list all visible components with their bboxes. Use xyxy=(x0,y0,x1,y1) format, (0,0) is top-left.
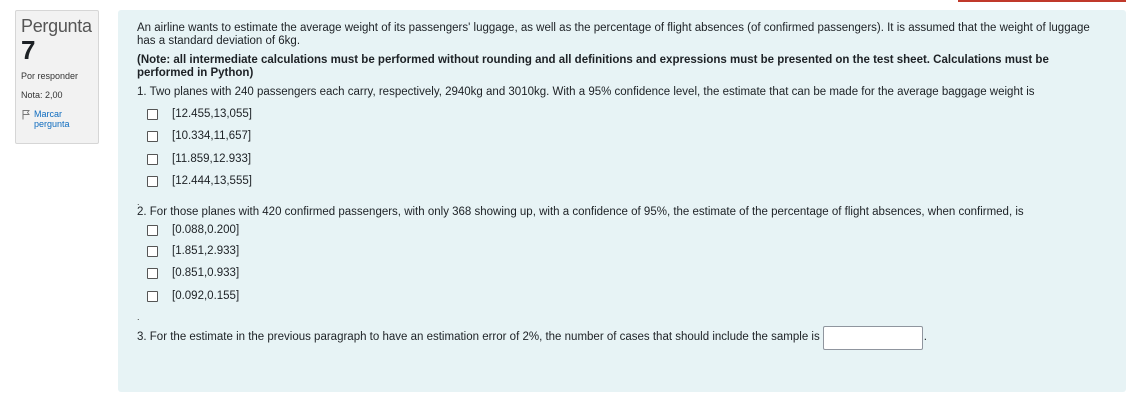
answer-option[interactable]: [0.092,0.155] xyxy=(147,285,1108,308)
question-number: 7 xyxy=(21,35,36,65)
option-checkbox[interactable] xyxy=(147,131,158,143)
question-grade: Nota: 2,00 xyxy=(21,90,63,100)
option-label: [0.092,0.155] xyxy=(172,289,240,302)
flag-question-link[interactable]: Marcar pergunta xyxy=(21,109,93,129)
question-note: (Note: all intermediate calculations mus… xyxy=(137,54,1049,79)
part3-text: 3. For the estimate in the previous para… xyxy=(137,331,820,343)
question-intro: An airline wants to estimate the average… xyxy=(137,22,1090,47)
answer-option[interactable]: [11.859,12.933] xyxy=(147,148,1108,171)
option-label: [1.851,2.933] xyxy=(172,244,240,257)
answer-option[interactable]: [0.088,0.200] xyxy=(147,220,1108,240)
question-label: Pergunta xyxy=(21,16,92,36)
option-checkbox[interactable] xyxy=(147,268,158,280)
option-checkbox[interactable] xyxy=(147,108,158,120)
answer-option[interactable]: [1.851,2.933] xyxy=(147,240,1108,263)
option-label: [11.859,12.933] xyxy=(172,152,252,165)
top-accent-bar xyxy=(958,0,1126,2)
question-content: An airline wants to estimate the average… xyxy=(118,10,1126,392)
part3-row: 3. For the estimate in the previous para… xyxy=(137,325,1108,350)
answer-option[interactable]: [10.334,11,657] xyxy=(147,126,1108,149)
answer-option[interactable]: [0.851,0.933] xyxy=(147,263,1108,286)
answer-option[interactable]: [12.455,13,055] xyxy=(147,103,1108,126)
separator-dot: . xyxy=(137,197,140,207)
sample-size-input[interactable] xyxy=(822,325,923,350)
question-info-panel: Pergunta 7 Por responder Nota: 2,00 Marc… xyxy=(15,10,99,144)
trailing-dot: . xyxy=(923,331,927,343)
part1-options: [12.455,13,055] [10.334,11,657] [11.859,… xyxy=(147,103,1108,193)
flag-question-label: Marcar pergunta xyxy=(34,109,70,129)
option-checkbox[interactable] xyxy=(147,176,158,188)
part1-text: 1. Two planes with 240 passengers each c… xyxy=(137,86,1035,98)
option-label: [0.851,0.933] xyxy=(172,267,240,280)
part2-text: 2. For those planes with 420 confirmed p… xyxy=(137,206,1024,218)
flag-icon xyxy=(21,109,31,129)
separator-dot: . xyxy=(137,311,140,322)
option-checkbox[interactable] xyxy=(147,224,158,236)
question-state: Por responder xyxy=(21,71,79,81)
option-label: [0.088,0.200] xyxy=(172,223,240,236)
option-checkbox[interactable] xyxy=(147,290,158,302)
option-checkbox[interactable] xyxy=(147,153,158,165)
option-label: [10.334,11,657] xyxy=(172,130,252,143)
part2-options: [0.088,0.200] [1.851,2.933] [0.851,0.933… xyxy=(147,220,1108,308)
option-checkbox[interactable] xyxy=(147,245,158,257)
option-label: [12.455,13,055] xyxy=(172,107,252,120)
answer-option[interactable]: [12.444,13,555] xyxy=(147,171,1108,194)
option-label: [12.444,13,555] xyxy=(172,175,252,188)
